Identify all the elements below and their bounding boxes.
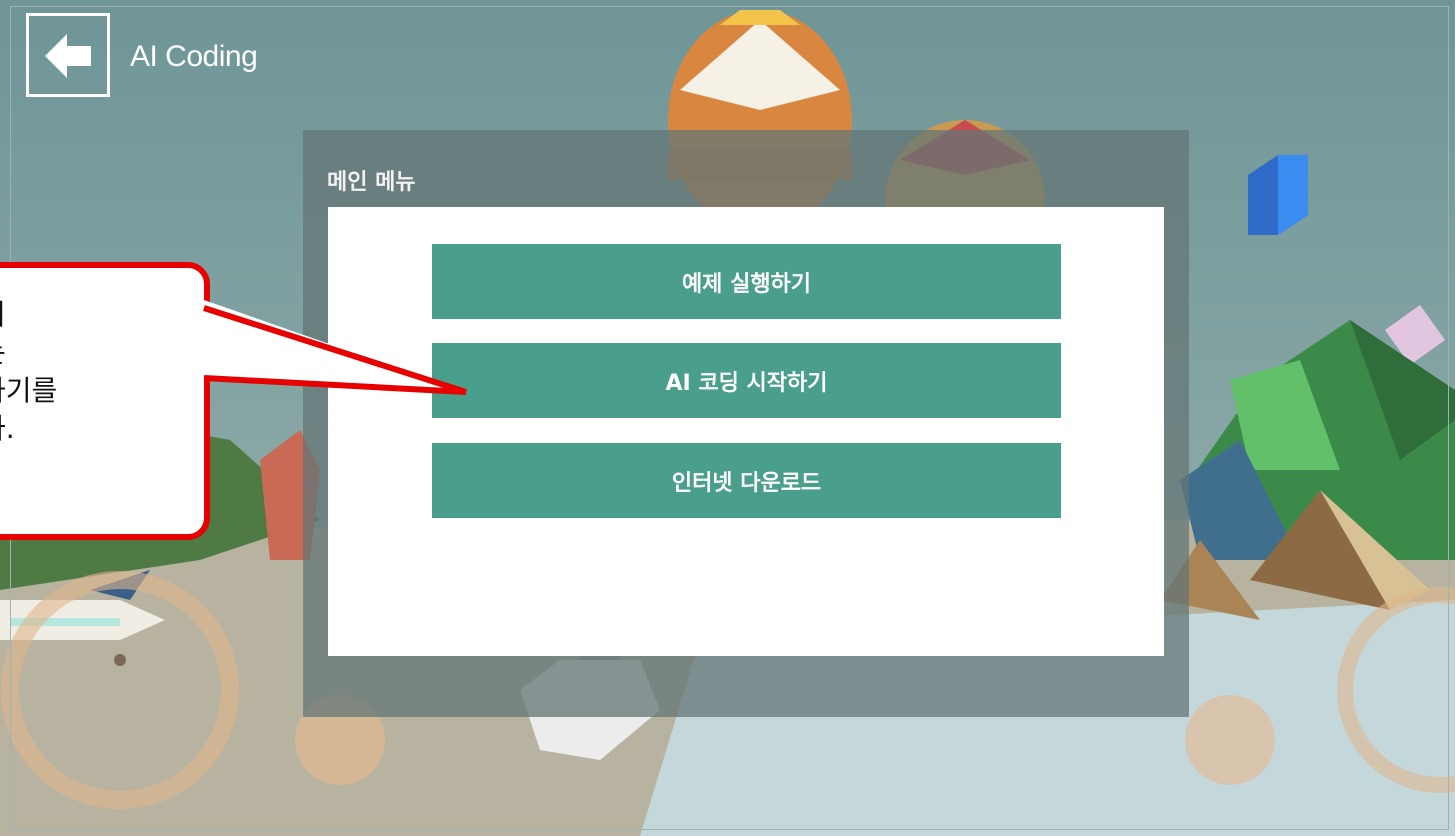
callout-line: 기 [0, 296, 240, 334]
callout-text: 기 는 하기를 다. [0, 296, 240, 448]
callout-line: 다. [0, 412, 15, 445]
callout-line: 하기를 [0, 374, 58, 407]
callout-line: 는 [0, 334, 240, 372]
